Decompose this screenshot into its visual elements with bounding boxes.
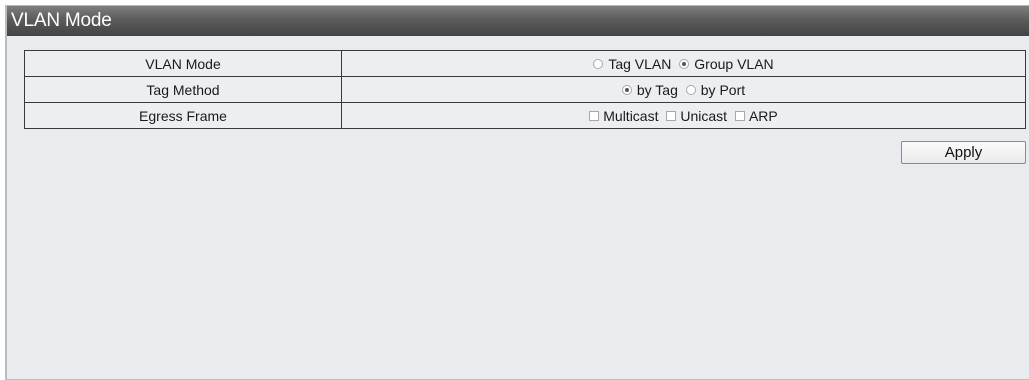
group-vlan-radio[interactable] [679,58,690,69]
table-row-vlan-mode: VLAN Mode Tag VLAN Group VLAN [24,50,1026,77]
table-row-egress-frame: Egress Frame Multicast Unicast ARP [24,102,1026,129]
tag-method-label: Tag Method [24,76,342,103]
unicast-label: Unicast [680,107,728,124]
tag-vlan-radio[interactable] [593,58,604,69]
vlan-mode-panel: VLAN Mode VLAN Mode Tag VLAN Group VLAN … [5,5,1029,380]
unicast-checkbox[interactable] [666,110,677,121]
tag-vlan-option[interactable]: Tag VLAN [593,56,671,72]
by-tag-label: by Tag [636,81,678,98]
arp-option[interactable]: ARP [734,107,778,124]
by-tag-option[interactable]: by Tag [621,81,678,98]
unicast-option[interactable]: Unicast [666,108,727,124]
vlan-settings-table: VLAN Mode Tag VLAN Group VLAN Tag Method… [24,50,1026,129]
arp-label: ARP [748,107,778,124]
table-row-tag-method: Tag Method by Tag by Port [24,76,1026,103]
group-vlan-option[interactable]: Group VLAN [679,55,774,72]
panel-title: VLAN Mode [11,10,112,31]
arp-checkbox[interactable] [734,110,745,121]
multicast-label: Multicast [603,107,659,124]
group-vlan-label: Group VLAN [694,55,774,72]
by-port-radio[interactable] [685,84,696,95]
egress-frame-label: Egress Frame [24,102,342,129]
by-tag-radio[interactable] [621,84,632,95]
apply-button[interactable]: Apply [901,141,1026,164]
by-port-option[interactable]: by Port [685,81,746,98]
tag-method-options: by Tag by Port [341,76,1026,103]
vlan-mode-label: VLAN Mode [24,50,342,77]
multicast-option[interactable]: Multicast [589,108,658,124]
multicast-checkbox[interactable] [589,110,600,121]
tag-vlan-label: Tag VLAN [608,55,672,72]
by-port-label: by Port [700,81,746,98]
egress-frame-options: Multicast Unicast ARP [341,102,1026,129]
vlan-mode-options: Tag VLAN Group VLAN [341,50,1026,77]
panel-title-bar: VLAN Mode [7,5,1029,36]
